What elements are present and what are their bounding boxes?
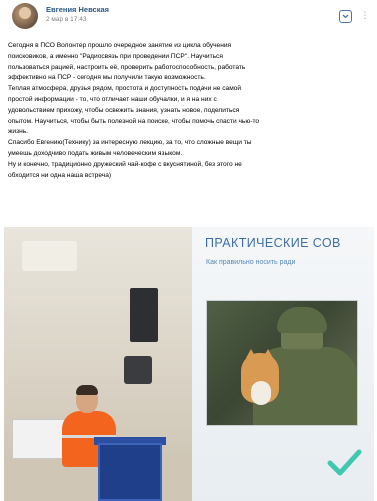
post-text-line: Теплая атмосфера, друзья рядом, простота… [8,85,242,93]
ceiling-light [22,241,77,271]
presentation-screen: ПРАКТИЧЕСКИЕ СОВ Как правильно носить ра… [192,227,374,501]
post-text-line: Ну и конечно, традиционно дружеский чай-… [8,160,242,168]
post-text: Сегодня в ПСО Волонтер прошло очередное … [8,41,374,181]
post-date[interactable]: 2 мар в 17:43 [46,16,86,23]
post-text-line: Сегодня в ПСО Волонтер прошло очередное … [8,42,232,49]
lecturer-hair [76,385,98,395]
post-text-line: пользоваться рацией, настроить её, прове… [8,63,246,71]
post-text-line: эффективно на ПСР - сегодня мы получили … [8,74,206,82]
post-photo[interactable]: ПРАКТИЧЕСКИЕ СОВ Как правильно носить ра… [4,227,374,501]
wall-panel [124,356,152,384]
post-text-line: жизнь. [8,128,29,136]
post-text-line: поисковиков, а именно "Радиосвязь при пр… [8,52,223,60]
room-wall [4,227,194,501]
podium [98,443,162,501]
slide-subtitle: Как правильно носить ради [206,259,296,266]
more-icon[interactable]: ⋮ [360,8,370,22]
post-card: Евгения Невская 2 мар в 17:43 ⋮ Сегодня … [0,0,377,501]
avatar[interactable] [12,3,38,29]
cat-chest [251,381,271,405]
bookmark-icon [342,14,349,19]
post-text-line: простой информации - то, что отличает на… [8,95,217,103]
bookmark-button[interactable] [339,10,352,23]
post-text-line: умеешь доходчиво подать живым человеческ… [8,149,183,157]
wall-speaker [130,288,158,342]
soldier-helmet [277,307,327,333]
post-text-line: удовольствием прихожу, чтобы освежить зн… [8,106,240,114]
post-text-line: опытом. Научиться, чтобы быть полезной н… [8,117,260,125]
slide-title: ПРАКТИЧЕСКИЕ СОВ [205,236,341,250]
post-header: Евгения Невская 2 мар в 17:43 ⋮ [12,3,370,29]
slide-photo [206,300,358,426]
post-text-line: Спасибо Евгению(Технику) за интересную л… [8,139,252,147]
post-text-line: обходится ни одна наша встреча) [8,171,112,179]
checkmark-icon [327,449,362,476]
author-name[interactable]: Евгения Невская [46,5,109,14]
